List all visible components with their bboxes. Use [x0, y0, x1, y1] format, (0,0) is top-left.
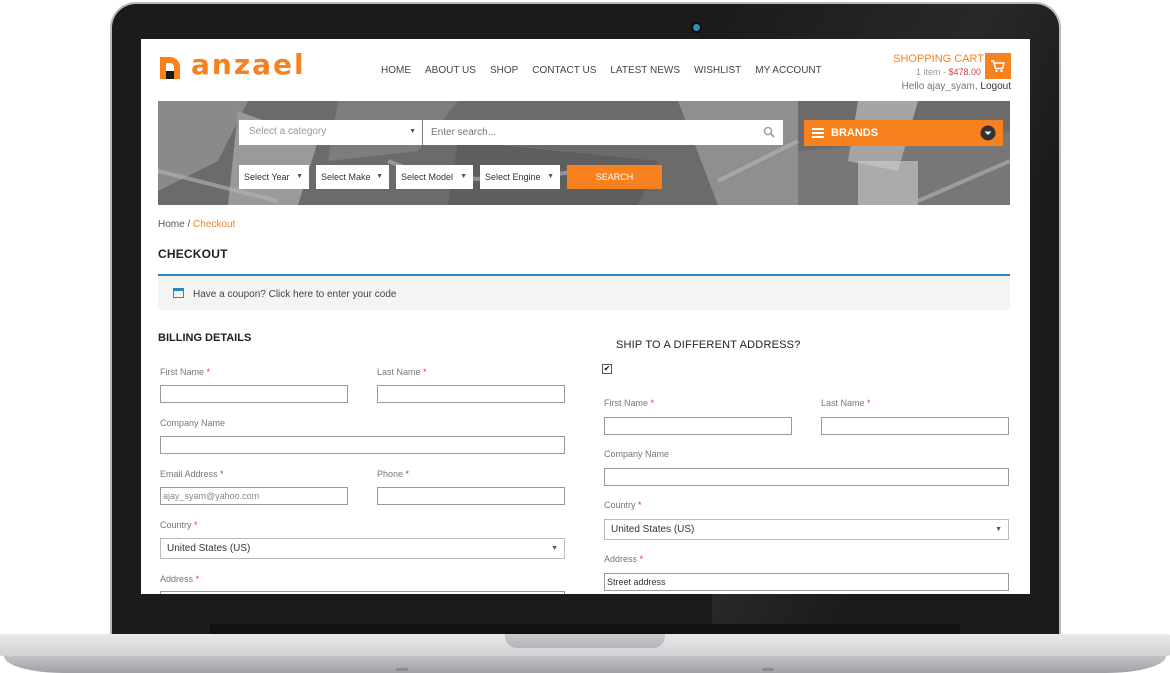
shipping-country-label: Country *	[604, 500, 642, 510]
model-select[interactable]: Select Model ▼	[396, 165, 473, 189]
nav-contact[interactable]: CONTACT US	[532, 65, 596, 76]
shipping-country-select[interactable]: United States (US) ▼	[604, 519, 1009, 540]
billing-company-field[interactable]	[160, 436, 565, 454]
nav-home[interactable]: HOME	[381, 65, 411, 76]
engine-select[interactable]: Select Engine ▼	[480, 165, 560, 189]
billing-country-select[interactable]: United States (US) ▼	[160, 538, 565, 559]
shipping-company-field[interactable]	[604, 468, 1009, 486]
billing-address-label: Address *	[160, 574, 200, 584]
chevron-down-icon: ▼	[409, 128, 416, 135]
chevron-circle-down-icon	[980, 125, 996, 141]
search-input[interactable]	[423, 120, 783, 145]
search-button[interactable]: SEARCH	[567, 165, 662, 189]
nav-wishlist[interactable]: WISHLIST	[694, 65, 741, 76]
shipping-first-name-field[interactable]	[604, 417, 792, 435]
calendar-icon	[173, 288, 184, 298]
billing-phone-field[interactable]	[377, 487, 565, 505]
billing-first-name-field[interactable]	[160, 385, 348, 403]
cart-summary: 1 item - $478.00	[915, 67, 981, 77]
billing-company-label: Company Name	[160, 418, 226, 428]
browser-viewport: anzael HOME ABOUT US SHOP CONTACT US LAT…	[141, 39, 1030, 594]
cart-total: $478.00	[948, 67, 981, 77]
billing-heading: BILLING DETAILS	[158, 332, 252, 344]
site-logo[interactable]: anzael	[158, 48, 308, 83]
billing-last-name-field[interactable]	[377, 385, 565, 403]
breadcrumb: Home / Checkout	[158, 219, 236, 230]
nav-about[interactable]: ABOUT US	[425, 65, 476, 76]
billing-country-label: Country *	[160, 520, 198, 530]
shipping-last-name-field[interactable]	[821, 417, 1009, 435]
ship-different-heading: SHIP TO A DIFFERENT ADDRESS?	[616, 339, 801, 351]
banner-engine-parts-image	[158, 101, 1010, 205]
shopping-cart-title[interactable]: SHOPPING CART	[893, 53, 984, 65]
search-banner	[158, 101, 1010, 205]
ship-different-checkbox[interactable]: ✔	[602, 364, 612, 374]
laptop-base	[0, 634, 1170, 673]
shipping-address-label: Address *	[604, 554, 644, 564]
chevron-down-icon: ▼	[296, 173, 303, 180]
trackpad-notch	[505, 634, 665, 648]
logo-text: anzael	[191, 48, 306, 81]
nav-shop[interactable]: SHOP	[490, 65, 518, 76]
breadcrumb-home[interactable]: Home	[158, 219, 185, 230]
nav-my-account[interactable]: MY ACCOUNT	[755, 65, 822, 76]
chevron-down-icon: ▼	[995, 526, 1002, 533]
coupon-notice[interactable]: Have a coupon? Click here to enter your …	[158, 274, 1010, 310]
chevron-down-icon: ▼	[376, 173, 383, 180]
category-select[interactable]: Select a category ▼	[239, 120, 422, 145]
billing-last-name-label: Last Name *	[377, 367, 427, 377]
shipping-first-name-label: First Name *	[604, 398, 655, 408]
shipping-company-label: Company Name	[604, 449, 670, 459]
chevron-down-icon: ▼	[551, 545, 558, 552]
shipping-address-field[interactable]: Street address	[604, 573, 1009, 591]
billing-address-field[interactable]	[160, 591, 565, 594]
nav-latest-news[interactable]: LATEST NEWS	[610, 65, 680, 76]
cart-button[interactable]	[985, 53, 1011, 79]
search-icon[interactable]	[763, 126, 775, 138]
billing-email-field[interactable]: ajay_syam@yahoo.com	[160, 487, 348, 505]
webcam	[693, 24, 700, 31]
billing-phone-label: Phone *	[377, 469, 410, 479]
billing-first-name-label: First Name *	[160, 367, 211, 377]
year-select[interactable]: Select Year ▼	[239, 165, 309, 189]
logout-link[interactable]: Logout	[980, 81, 1011, 92]
main-nav: HOME ABOUT US SHOP CONTACT US LATEST NEW…	[381, 65, 836, 76]
user-greeting: Hello ajay_syam, Logout	[901, 81, 1011, 92]
breadcrumb-current: Checkout	[193, 219, 236, 230]
cart-icon	[991, 59, 1005, 72]
chevron-down-icon: ▼	[547, 173, 554, 180]
chevron-down-icon: ▼	[460, 173, 467, 180]
brands-dropdown[interactable]: BRANDS	[804, 120, 1003, 146]
make-select[interactable]: Select Make ▼	[316, 165, 389, 189]
page-title: CHECKOUT	[158, 247, 228, 261]
shipping-last-name-label: Last Name *	[821, 398, 871, 408]
billing-email-label: Email Address *	[160, 469, 224, 479]
laptop-hinge	[210, 624, 960, 634]
menu-icon	[812, 128, 824, 138]
